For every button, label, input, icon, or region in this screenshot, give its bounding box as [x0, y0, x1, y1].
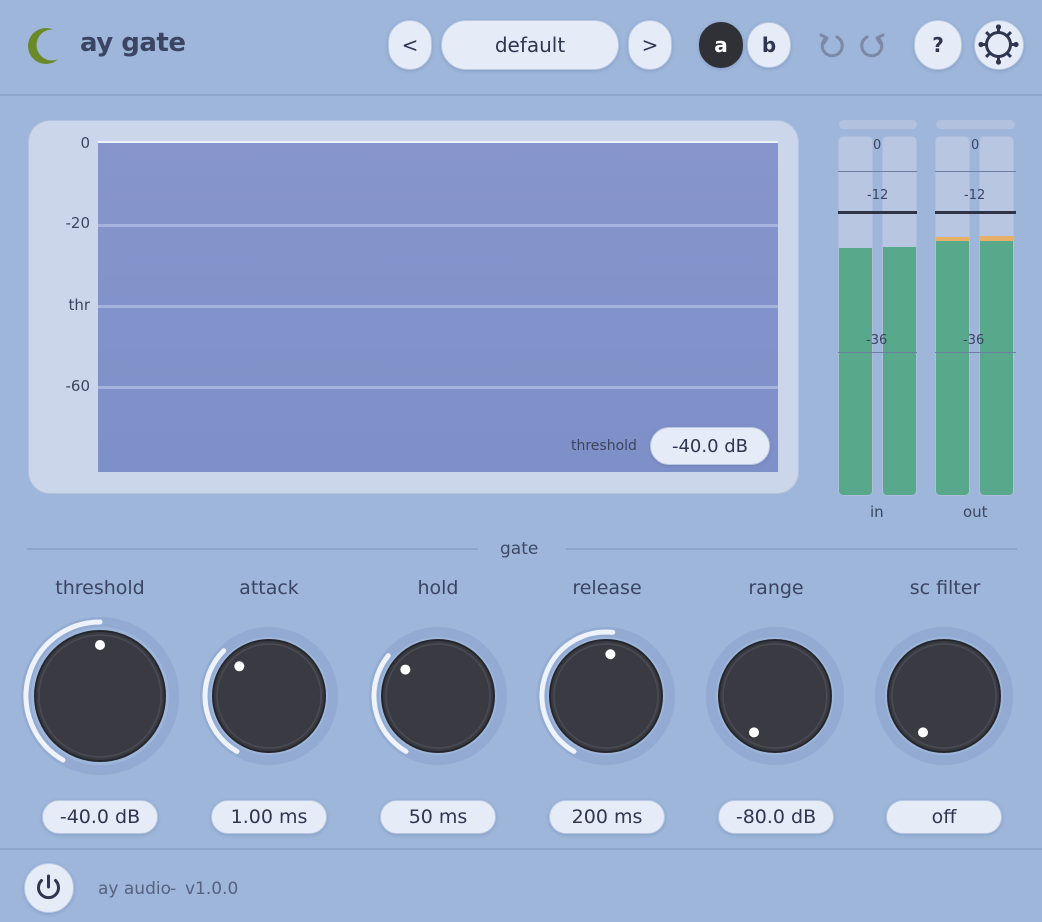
- graph-y-label: thr: [68, 296, 90, 314]
- meter-level-fill: [883, 246, 916, 495]
- meter-level-fill: [980, 241, 1013, 495]
- section-divider: [566, 548, 1017, 550]
- graph-grid-line: [98, 224, 778, 227]
- hold-knob-label: hold: [417, 577, 459, 599]
- attack-knob-label: attack: [239, 577, 299, 599]
- meter-scale-mark: [935, 352, 1016, 353]
- meter-tick-label: 0: [971, 138, 980, 153]
- preset-name-display[interactable]: default: [441, 20, 619, 70]
- footer-brand: ay audio: [98, 879, 171, 899]
- output-meter-clip-indicator[interactable]: [936, 120, 1015, 129]
- graph-grid-line: [98, 386, 778, 389]
- knob-pointer-dot: [95, 640, 105, 650]
- meter-peak-hold: [838, 211, 917, 214]
- attack-value-field[interactable]: 1.00 ms: [211, 800, 327, 834]
- knob-pointer-dot: [400, 664, 411, 675]
- knob-pointer-dot: [234, 661, 245, 672]
- app-title: ay gate: [80, 28, 186, 58]
- section-title-gate: gate: [500, 539, 539, 559]
- meter-tick-label: 0: [873, 138, 882, 153]
- knob-body[interactable]: [34, 630, 166, 762]
- footer-separator: -: [170, 879, 177, 899]
- ab-slot-a-button[interactable]: a: [699, 22, 743, 68]
- meter-scale-mark: [935, 171, 1016, 172]
- meter-tick-label: -12: [867, 188, 889, 203]
- crescent-logo-icon: [28, 28, 66, 64]
- graph-y-label: -60: [65, 377, 91, 395]
- section-divider: [27, 548, 478, 550]
- undo-icon[interactable]: [816, 30, 846, 60]
- threshold-caption: threshold: [571, 438, 637, 454]
- gain-graph-plot[interactable]: [98, 141, 778, 472]
- next-preset-button[interactable]: >: [628, 20, 672, 70]
- release-knob-label: release: [572, 577, 642, 599]
- meter-scale-mark: [838, 171, 917, 172]
- threshold-value-field[interactable]: -40.0 dB: [42, 800, 158, 834]
- meter-tick-label: -36: [963, 333, 985, 348]
- graph-threshold-line[interactable]: [98, 305, 778, 308]
- bypass-button[interactable]: [24, 863, 74, 913]
- threshold-value-field[interactable]: -40.0 dB: [650, 427, 770, 465]
- knob-body[interactable]: [887, 639, 1001, 753]
- threshold-knob-label: threshold: [55, 577, 145, 599]
- meter-peak-hold: [935, 211, 1016, 214]
- meter-level-fill: [936, 241, 969, 495]
- input-meter-clip-indicator[interactable]: [839, 120, 917, 129]
- knob-body[interactable]: [381, 639, 495, 753]
- meter-tick-label: -36: [866, 333, 888, 348]
- knob-pointer-dot: [605, 649, 616, 660]
- threshold-knob[interactable]: [16, 612, 184, 780]
- range-knob[interactable]: [701, 622, 849, 770]
- knob-pointer-dot: [749, 727, 759, 738]
- meter-peak-segment: [936, 236, 969, 242]
- ab-slot-b-button[interactable]: b: [747, 22, 791, 68]
- hold-value-field[interactable]: 50 ms: [380, 800, 496, 834]
- output-meter-label: out: [963, 503, 988, 521]
- release-value-field[interactable]: 200 ms: [549, 800, 665, 834]
- input-meter-label: in: [870, 503, 884, 521]
- sc-filter-knob[interactable]: [870, 622, 1018, 770]
- knob-body[interactable]: [212, 639, 326, 753]
- meter-tick-label: -12: [964, 188, 986, 203]
- attack-knob[interactable]: [195, 622, 343, 770]
- knob-body[interactable]: [718, 639, 832, 753]
- gear-icon: [978, 24, 1019, 65]
- footer-version: v1.0.0: [185, 879, 239, 899]
- graph-y-label: -20: [65, 214, 91, 232]
- meter-level-fill: [839, 248, 872, 495]
- graph-y-label: 0: [80, 134, 90, 152]
- range-value-field[interactable]: -80.0 dB: [718, 800, 834, 834]
- release-knob[interactable]: [532, 622, 680, 770]
- sc-filter-value-field[interactable]: off: [886, 800, 1002, 834]
- range-knob-label: range: [748, 577, 804, 599]
- help-button[interactable]: ?: [914, 20, 962, 70]
- hold-knob[interactable]: [364, 622, 512, 770]
- knob-pointer-dot: [918, 727, 928, 738]
- sc-filter-knob-label: sc filter: [909, 577, 981, 599]
- power-icon: [37, 874, 60, 900]
- redo-icon[interactable]: [858, 30, 888, 60]
- knob-body[interactable]: [549, 639, 663, 753]
- meter-scale-mark: [838, 352, 917, 353]
- meter-peak-segment: [980, 235, 1013, 242]
- previous-preset-button[interactable]: <: [388, 20, 432, 70]
- settings-button[interactable]: [974, 20, 1024, 70]
